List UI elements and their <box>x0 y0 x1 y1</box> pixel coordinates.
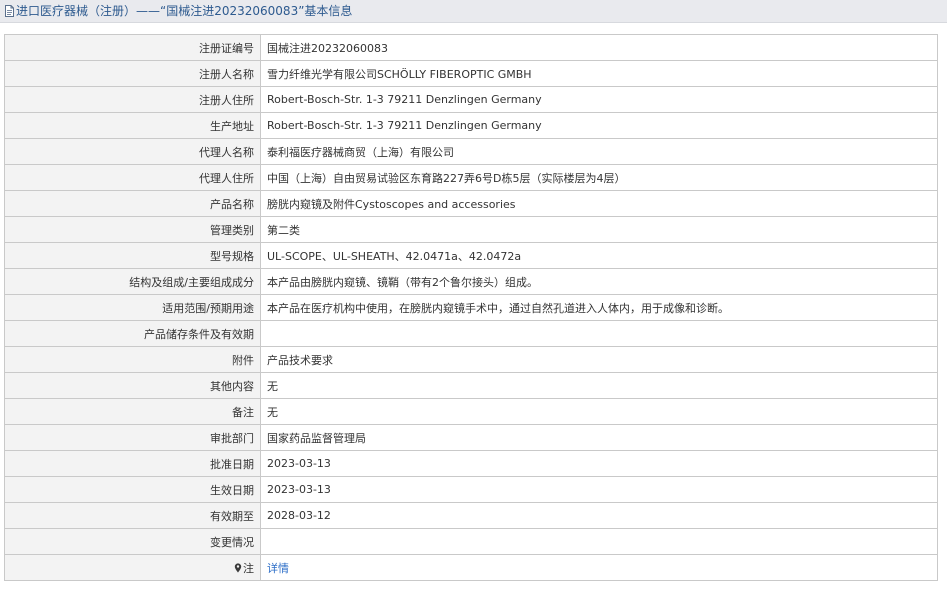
row-value: Robert-Bosch-Str. 1-3 79211 Denzlingen G… <box>260 112 938 139</box>
row-label: 有效期至 <box>4 502 261 529</box>
row-label: 代理人住所 <box>4 164 261 191</box>
table-row: 附件 产品技术要求 <box>4 346 938 373</box>
table-row: 管理类别 第二类 <box>4 216 938 243</box>
header-bar: 进口医疗器械（注册）——“国械注进20232060083”基本信息 <box>0 0 947 23</box>
table-row: 产品储存条件及有效期 <box>4 320 938 347</box>
document-icon <box>5 5 14 17</box>
page-title-text: 进口医疗器械（注册）——“国械注进20232060083”基本信息 <box>16 4 353 18</box>
row-label: 注册证编号 <box>4 34 261 61</box>
row-value: 中国（上海）自由贸易试验区东育路227弄6号D栋5层（实际楼层为4层） <box>260 164 938 191</box>
table-row: 其他内容 无 <box>4 372 938 399</box>
row-value: 国械注进20232060083 <box>260 34 938 61</box>
row-label: 附件 <box>4 346 261 373</box>
table-row: 注册人名称 雪力纤维光学有限公司SCHÖLLY FIBEROPTIC GMBH <box>4 60 938 87</box>
row-label: 批准日期 <box>4 450 261 477</box>
row-value <box>260 320 938 347</box>
row-label: 型号规格 <box>4 242 261 269</box>
row-value: Robert-Bosch-Str. 1-3 79211 Denzlingen G… <box>260 86 938 113</box>
note-label-text: 注 <box>243 561 254 575</box>
table-row: 批准日期 2023-03-13 <box>4 450 938 477</box>
row-value: 膀胱内窥镜及附件Cystoscopes and accessories <box>260 190 938 217</box>
table-row: 变更情况 <box>4 528 938 555</box>
row-label: 代理人名称 <box>4 138 261 165</box>
details-link[interactable]: 详情 <box>267 562 289 575</box>
note-label: 注 <box>4 554 261 581</box>
row-value: 本产品由膀胱内窥镜、镜鞘（带有2个鲁尔接头）组成。 <box>260 268 938 295</box>
row-label: 产品名称 <box>4 190 261 217</box>
row-value: UL-SCOPE、UL-SHEATH、42.0471a、42.0472a <box>260 242 938 269</box>
row-value: 本产品在医疗机构中使用，在膀胱内窥镜手术中，通过自然孔道进入人体内，用于成像和诊… <box>260 294 938 321</box>
table-row: 产品名称 膀胱内窥镜及附件Cystoscopes and accessories <box>4 190 938 217</box>
table-row-note: 注 详情 <box>4 554 938 581</box>
row-label: 产品储存条件及有效期 <box>4 320 261 347</box>
row-value: 雪力纤维光学有限公司SCHÖLLY FIBEROPTIC GMBH <box>260 60 938 87</box>
pin-icon <box>234 562 242 572</box>
row-value: 第二类 <box>260 216 938 243</box>
row-value: 2023-03-13 <box>260 450 938 477</box>
row-label: 适用范围/预期用途 <box>4 294 261 321</box>
row-label: 管理类别 <box>4 216 261 243</box>
row-value: 2028-03-12 <box>260 502 938 529</box>
table-row: 代理人住所 中国（上海）自由贸易试验区东育路227弄6号D栋5层（实际楼层为4层… <box>4 164 938 191</box>
row-label: 审批部门 <box>4 424 261 451</box>
row-label: 生效日期 <box>4 476 261 503</box>
row-label: 生产地址 <box>4 112 261 139</box>
table-row: 结构及组成/主要组成成分 本产品由膀胱内窥镜、镜鞘（带有2个鲁尔接头）组成。 <box>4 268 938 295</box>
row-label: 其他内容 <box>4 372 261 399</box>
row-label: 备注 <box>4 398 261 425</box>
table-row: 审批部门 国家药品监督管理局 <box>4 424 938 451</box>
row-value: 无 <box>260 372 938 399</box>
note-value: 详情 <box>260 554 938 581</box>
page-title: 进口医疗器械（注册）——“国械注进20232060083”基本信息 <box>4 2 352 20</box>
row-value: 国家药品监督管理局 <box>260 424 938 451</box>
row-value: 无 <box>260 398 938 425</box>
row-label: 结构及组成/主要组成成分 <box>4 268 261 295</box>
table-row: 型号规格 UL-SCOPE、UL-SHEATH、42.0471a、42.0472… <box>4 242 938 269</box>
table-row: 注册证编号 国械注进20232060083 <box>4 34 938 61</box>
row-value: 泰利福医疗器械商贸（上海）有限公司 <box>260 138 938 165</box>
row-label: 注册人名称 <box>4 60 261 87</box>
row-value: 产品技术要求 <box>260 346 938 373</box>
table-row: 生效日期 2023-03-13 <box>4 476 938 503</box>
row-label: 注册人住所 <box>4 86 261 113</box>
row-label: 变更情况 <box>4 528 261 555</box>
table-row: 适用范围/预期用途 本产品在医疗机构中使用，在膀胱内窥镜手术中，通过自然孔道进入… <box>4 294 938 321</box>
table-row: 备注 无 <box>4 398 938 425</box>
table-row: 代理人名称 泰利福医疗器械商贸（上海）有限公司 <box>4 138 938 165</box>
table-row: 注册人住所 Robert-Bosch-Str. 1-3 79211 Denzli… <box>4 86 938 113</box>
table-row: 生产地址 Robert-Bosch-Str. 1-3 79211 Denzlin… <box>4 112 938 139</box>
table-row: 有效期至 2028-03-12 <box>4 502 938 529</box>
row-value: 2023-03-13 <box>260 476 938 503</box>
registration-info-table: 注册证编号 国械注进20232060083 注册人名称 雪力纤维光学有限公司SC… <box>4 34 938 581</box>
row-value <box>260 528 938 555</box>
